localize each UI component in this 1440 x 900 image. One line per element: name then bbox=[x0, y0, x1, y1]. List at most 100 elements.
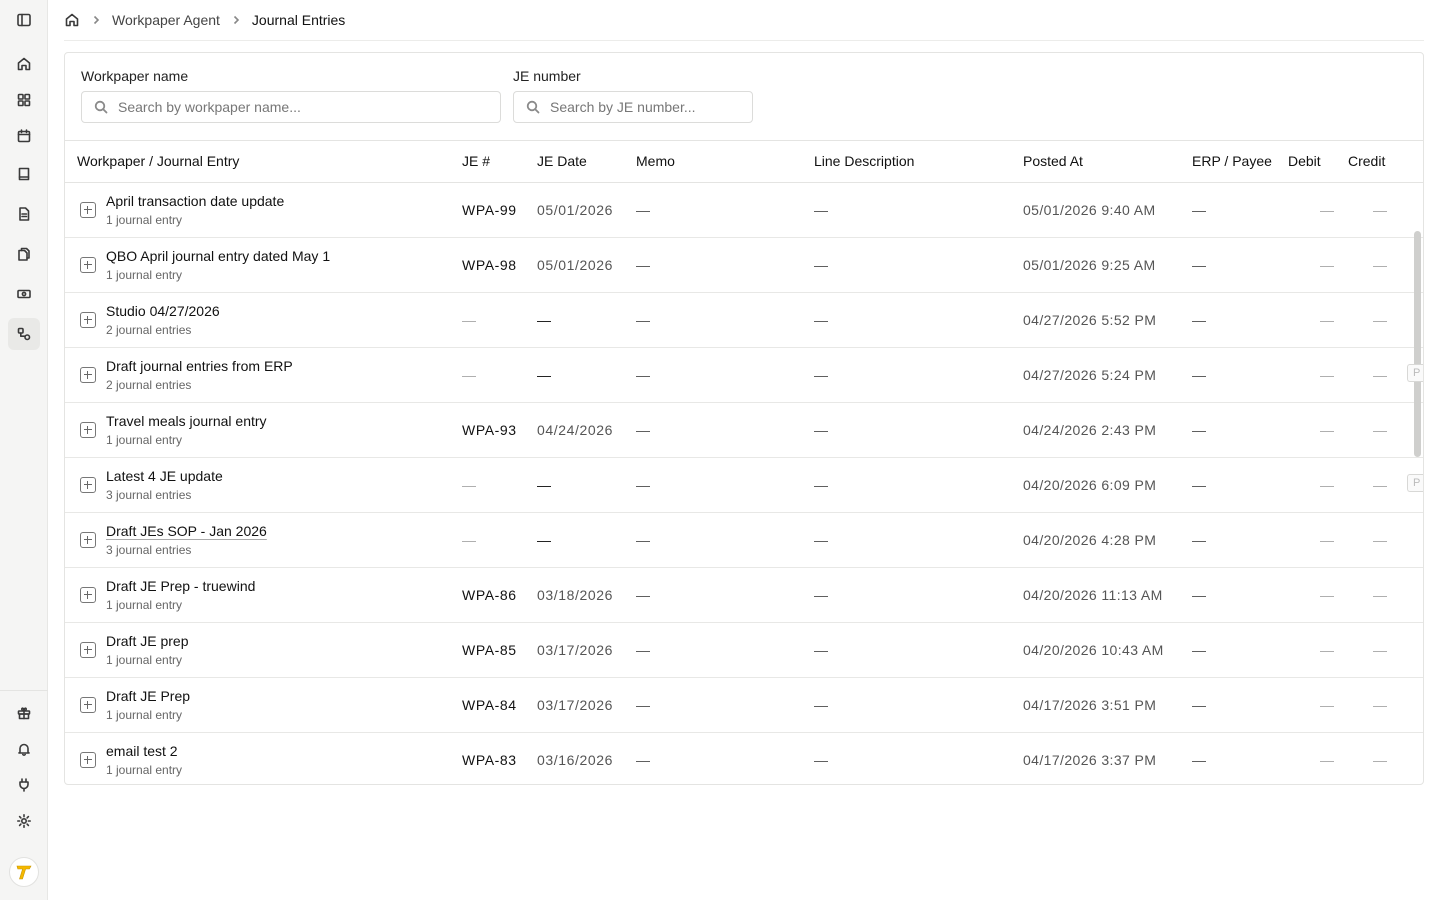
calendar-icon[interactable] bbox=[8, 120, 40, 152]
table-row[interactable]: Draft JEs SOP - Jan 2026 3 journal entri… bbox=[65, 512, 1423, 568]
je-number-search-input[interactable] bbox=[550, 99, 752, 115]
journal-entry-count: 1 journal entry bbox=[106, 597, 183, 612]
table-row[interactable]: Latest 4 JE update 3 journal entries — —… bbox=[65, 457, 1423, 513]
erp-payee-cell: — bbox=[1192, 622, 1288, 678]
journal-entry-count: 3 journal entries bbox=[106, 487, 192, 502]
expand-row-icon[interactable] bbox=[80, 751, 96, 768]
workpaper-title-link[interactable]: Draft JE Prep bbox=[106, 687, 190, 705]
workpaper-cell: Draft JE Prep - truewind 1 journal entry bbox=[65, 567, 462, 623]
je-number-search-field[interactable] bbox=[513, 91, 753, 123]
workpaper-title-link[interactable]: Draft JEs SOP - Jan 2026 bbox=[106, 522, 267, 540]
expand-row-icon[interactable] bbox=[80, 201, 96, 218]
workpaper-search-input[interactable] bbox=[118, 99, 500, 115]
workpaper-title-link[interactable]: Draft JE prep bbox=[106, 632, 188, 650]
expand-row-icon[interactable] bbox=[80, 421, 96, 438]
table-row[interactable]: Travel meals journal entry 1 journal ent… bbox=[65, 402, 1423, 458]
debit-cell: — bbox=[1288, 567, 1348, 623]
workpaper-title-link[interactable]: QBO April journal entry dated May 1 bbox=[106, 247, 330, 265]
workpaper-title-link[interactable]: Travel meals journal entry bbox=[106, 412, 267, 430]
column-header-line-description: Line Description bbox=[814, 141, 1023, 183]
memo-cell: — bbox=[636, 182, 814, 238]
je-number-filter-label: JE number bbox=[513, 68, 581, 84]
memo-cell: — bbox=[636, 622, 814, 678]
expand-row-icon[interactable] bbox=[80, 366, 96, 383]
workpaper-title-link[interactable]: Latest 4 JE update bbox=[106, 467, 223, 485]
sidebar-divider bbox=[0, 690, 48, 691]
table-row[interactable]: Draft JE prep 1 journal entry WPA-85 03/… bbox=[65, 622, 1423, 678]
debit-cell: — bbox=[1288, 732, 1348, 784]
expand-row-icon[interactable] bbox=[80, 586, 96, 603]
column-header-erp-payee: ERP / Payee bbox=[1192, 141, 1288, 183]
workpaper-cell: Latest 4 JE update 3 journal entries bbox=[65, 457, 462, 513]
settings-gear-icon[interactable] bbox=[8, 805, 40, 837]
sidebar bbox=[0, 0, 48, 900]
erp-payee-cell: — bbox=[1192, 237, 1288, 293]
memo-cell: — bbox=[636, 567, 814, 623]
expand-row-icon[interactable] bbox=[80, 256, 96, 273]
bell-icon[interactable] bbox=[8, 733, 40, 765]
journal-entry-count: 1 journal entry bbox=[106, 432, 183, 447]
vertical-scrollbar[interactable] bbox=[1414, 231, 1421, 457]
expand-row-icon[interactable] bbox=[80, 476, 96, 493]
dashboard-grid-icon[interactable] bbox=[8, 84, 40, 116]
je-date-cell: 04/24/2026 bbox=[537, 402, 636, 458]
je-date-cell: — bbox=[537, 292, 636, 348]
workflow-icon[interactable] bbox=[8, 318, 40, 350]
gift-icon[interactable] bbox=[8, 697, 40, 729]
workpaper-title-link[interactable]: Studio 04/27/2026 bbox=[106, 302, 220, 320]
je-number-cell: — bbox=[462, 347, 537, 403]
workpaper-title-link[interactable]: Draft journal entries from ERP bbox=[106, 357, 293, 375]
expand-row-icon[interactable] bbox=[80, 311, 96, 328]
breadcrumb-workpaper-agent[interactable]: Workpaper Agent bbox=[112, 12, 220, 28]
je-number-filter: JE number bbox=[513, 67, 753, 123]
journal-entries-card: Workpaper name JE number Workpaper / Jou… bbox=[64, 52, 1424, 785]
table-row[interactable]: April transaction date update 1 journal … bbox=[65, 182, 1423, 238]
brand-logo[interactable] bbox=[9, 857, 39, 887]
erp-payee-cell: — bbox=[1192, 567, 1288, 623]
line-description-cell: — bbox=[814, 457, 1023, 513]
plug-icon[interactable] bbox=[8, 769, 40, 801]
erp-payee-cell: — bbox=[1192, 457, 1288, 513]
workpaper-cell: Draft JE Prep 1 journal entry bbox=[65, 677, 462, 733]
table-row[interactable]: Draft journal entries from ERP 2 journal… bbox=[65, 347, 1423, 403]
workpaper-title-link[interactable]: Draft JE Prep - truewind bbox=[106, 577, 255, 595]
journal-entry-count: 1 journal entry bbox=[106, 267, 183, 282]
header-divider bbox=[64, 40, 1424, 41]
table-row[interactable]: Studio 04/27/2026 2 journal entries — — … bbox=[65, 292, 1423, 348]
erp-payee-cell: — bbox=[1192, 677, 1288, 733]
files-icon[interactable] bbox=[8, 238, 40, 270]
memo-cell: — bbox=[636, 677, 814, 733]
je-number-cell: — bbox=[462, 512, 537, 568]
toggle-sidebar-icon[interactable] bbox=[8, 4, 40, 36]
memo-cell: — bbox=[636, 347, 814, 403]
table-row[interactable]: Draft JE Prep - truewind 1 journal entry… bbox=[65, 567, 1423, 623]
table-row[interactable]: email test 2 1 journal entry WPA-83 03/1… bbox=[65, 732, 1423, 784]
expand-row-icon[interactable] bbox=[80, 531, 96, 548]
debit-cell: — bbox=[1288, 622, 1348, 678]
credit-cell: — bbox=[1348, 567, 1423, 623]
journal-entries-table-container[interactable]: Workpaper / Journal Entry JE # JE Date M… bbox=[65, 140, 1423, 784]
workpaper-search-field[interactable] bbox=[81, 91, 501, 123]
je-number-cell: WPA-84 bbox=[462, 677, 537, 733]
search-icon bbox=[94, 100, 108, 114]
je-number-cell: WPA-99 bbox=[462, 182, 537, 238]
workpaper-filter-label: Workpaper name bbox=[81, 68, 189, 84]
line-description-cell: — bbox=[814, 622, 1023, 678]
line-description-cell: — bbox=[814, 182, 1023, 238]
erp-payee-cell: — bbox=[1192, 732, 1288, 784]
document-icon[interactable] bbox=[8, 198, 40, 230]
breadcrumb-home-icon[interactable] bbox=[64, 12, 80, 28]
expand-row-icon[interactable] bbox=[80, 641, 96, 658]
workpaper-title-link[interactable]: April transaction date update bbox=[106, 192, 284, 210]
expand-row-icon[interactable] bbox=[80, 696, 96, 713]
home-icon[interactable] bbox=[8, 48, 40, 80]
line-description-cell: — bbox=[814, 677, 1023, 733]
workpaper-title-link[interactable]: email test 2 bbox=[106, 742, 182, 760]
je-date-cell: 03/16/2026 bbox=[537, 732, 636, 784]
credit-cell: — bbox=[1348, 512, 1423, 568]
line-description-cell: — bbox=[814, 237, 1023, 293]
table-row[interactable]: Draft JE Prep 1 journal entry WPA-84 03/… bbox=[65, 677, 1423, 733]
table-row[interactable]: QBO April journal entry dated May 1 1 jo… bbox=[65, 237, 1423, 293]
money-icon[interactable] bbox=[8, 278, 40, 310]
book-icon[interactable] bbox=[8, 158, 40, 190]
